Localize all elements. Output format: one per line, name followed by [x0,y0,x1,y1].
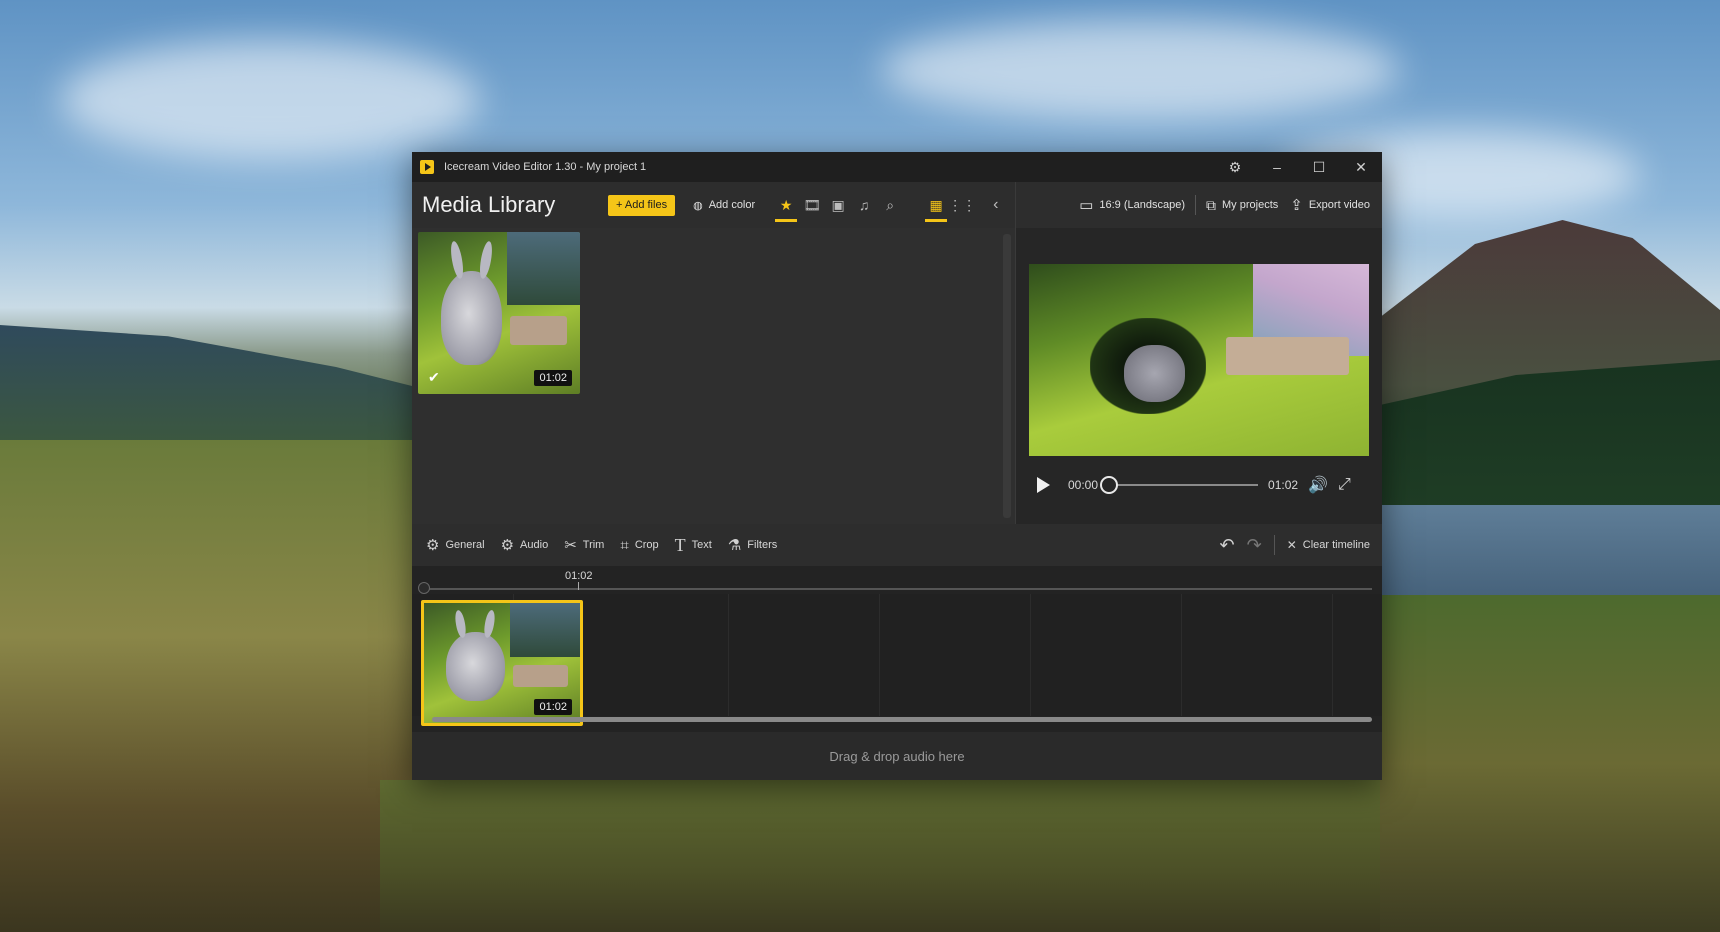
media-item[interactable]: ✔ 01:02 [418,232,580,394]
minimize-button[interactable]: – [1256,152,1298,182]
maximize-button[interactable]: ☐ [1298,152,1340,182]
media-filter-group: ★ 🎞 ▣ ♫ ⌕ [775,182,901,228]
add-color-button[interactable]: ◍ Add color [693,199,755,212]
timeline-marker-label: 01:02 [565,570,593,582]
trim-button[interactable]: ✂ Trim [564,536,604,554]
video-track: 01:02 [412,594,1382,726]
add-files-button[interactable]: + Add files [608,194,676,216]
window-title: Icecream Video Editor 1.30 - My project … [444,161,647,173]
audio-label: Audio [520,539,549,551]
media-library-header: Media Library + Add files ◍ Add color ★ … [412,182,1015,228]
aspect-ratio-label: 16:9 (Landscape) [1099,199,1186,211]
playhead-handle[interactable] [418,582,430,594]
scissors-icon: ✂ [564,537,577,554]
title-bar[interactable]: Icecream Video Editor 1.30 - My project … [412,152,1382,182]
timeline: 01:02 01:02 [412,566,1382,732]
projects-icon: ⧉ [1206,196,1217,213]
crop-label: Crop [634,539,659,551]
undo-icon[interactable]: ↶ [1220,535,1235,556]
add-color-label: Add color [708,199,756,211]
export-video-button[interactable]: ⇪ Export video [1290,196,1370,214]
gear-icon[interactable]: ⚙ [1214,152,1256,182]
audio-button[interactable]: ⚙ Audio [501,536,549,554]
general-button[interactable]: ⚙ General [426,536,485,554]
player-controls: 00:00 01:02 🔊 ⤢ [1029,472,1369,498]
aspect-ratio-button[interactable]: ▭ 16:9 (Landscape) [1079,196,1185,214]
collapse-panel-icon[interactable]: ‹ [993,196,998,214]
crop-icon: ⌗ [620,536,629,554]
general-label: General [445,539,485,551]
redo-icon[interactable]: ↷ [1247,535,1262,556]
timeline-scrollbar[interactable] [432,717,1372,722]
volume-icon[interactable]: 🔊 [1308,475,1328,495]
preview-panel: 00:00 01:02 🔊 ⤢ [1015,228,1382,524]
timeline-marker-tick [578,582,579,590]
text-icon: T [674,534,686,555]
timeline-ruler[interactable] [422,588,1372,590]
app-window: Icecream Video Editor 1.30 - My project … [412,152,1382,780]
seek-bar[interactable] [1100,476,1259,494]
filters-button[interactable]: ⚗ Filters [728,536,777,554]
grid-large-icon[interactable]: ▦ [925,182,948,228]
audio-drop-zone[interactable]: Drag & drop audio here [412,732,1382,780]
image-icon[interactable]: ▣ [827,182,849,228]
library-scrollbar[interactable] [1003,234,1011,518]
export-icon: ⇪ [1290,197,1303,214]
text-button[interactable]: T Text [675,535,712,556]
current-time: 00:00 [1068,478,1099,492]
aspect-ratio-icon: ▭ [1079,197,1094,214]
close-icon: ✕ [1286,538,1297,552]
total-time: 01:02 [1268,478,1299,492]
clip-duration: 01:02 [534,699,572,715]
text-label: Text [691,539,712,551]
gear-icon: ⚙ [426,537,440,554]
search-icon[interactable]: ⌕ [879,182,901,228]
film-icon[interactable]: 🎞 [801,182,823,228]
play-button[interactable] [1037,477,1050,493]
filters-label: Filters [747,539,778,551]
my-projects-button[interactable]: ⧉ My projects [1206,197,1278,214]
video-preview[interactable] [1029,264,1369,456]
audio-settings-icon: ⚙ [500,537,515,554]
project-header: ▭ 16:9 (Landscape) ⧉ My projects ⇪ Expor… [1015,182,1382,228]
checkmark-icon: ✔ [428,369,440,385]
clear-timeline-label: Clear timeline [1302,539,1370,551]
trim-label: Trim [582,539,605,551]
app-logo-icon [420,160,434,174]
audio-drop-label: Drag & drop audio here [829,748,965,764]
view-mode-group: ▦ ⋮⋮ [925,182,976,228]
filters-icon: ⚗ [727,537,742,554]
edit-toolbar: ⚙ General ⚙ Audio ✂ Trim ⌗ Crop T Text ⚗… [412,524,1382,566]
close-button[interactable]: ✕ [1340,152,1382,182]
export-video-label: Export video [1308,199,1370,211]
grid-small-icon[interactable]: ⋮⋮ [948,182,976,228]
my-projects-label: My projects [1222,199,1279,211]
media-duration: 01:02 [534,370,572,386]
media-library-title: Media Library [422,192,556,217]
timeline-clip[interactable]: 01:02 [421,600,583,726]
fullscreen-icon[interactable]: ⤢ [1338,476,1351,494]
seek-handle[interactable] [1100,476,1119,494]
music-icon[interactable]: ♫ [853,182,875,228]
timeline-actions: ↶ ↷ ✕ Clear timeline [1220,535,1383,556]
clear-timeline-button[interactable]: ✕ Clear timeline [1287,538,1370,552]
crop-button[interactable]: ⌗ Crop [620,537,658,554]
star-icon[interactable]: ★ [775,182,798,228]
media-library-area: ✔ 01:02 [412,228,1015,524]
palette-icon: ◍ [693,199,703,212]
